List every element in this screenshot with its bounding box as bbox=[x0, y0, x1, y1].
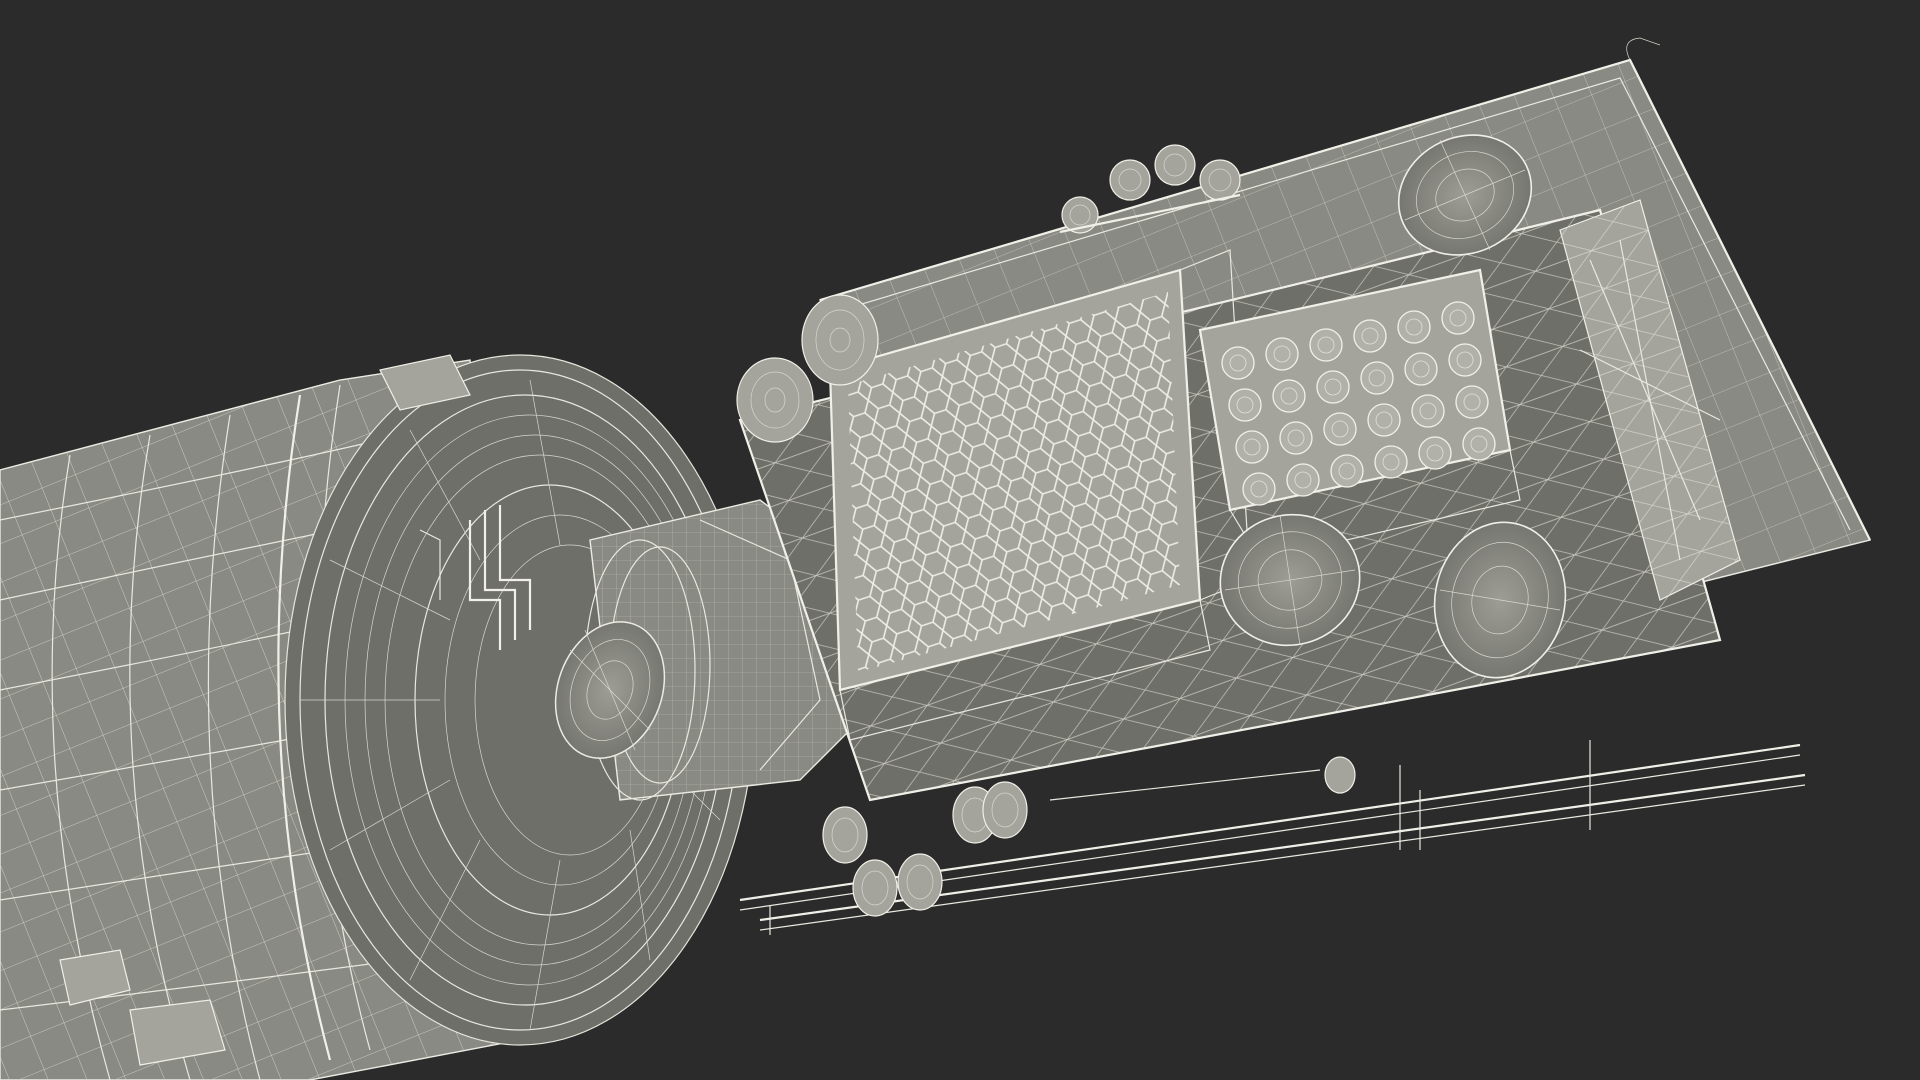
thruster-nozzle bbox=[1235, 430, 1269, 464]
thruster-nozzle bbox=[1265, 337, 1299, 371]
thruster-nozzle bbox=[1397, 310, 1431, 344]
thruster-nozzle bbox=[1374, 445, 1408, 479]
thruster-nozzle bbox=[1367, 403, 1401, 437]
thruster-nozzle bbox=[1242, 472, 1276, 506]
thruster-nozzle bbox=[1353, 319, 1387, 353]
thruster-nozzle bbox=[1448, 343, 1482, 377]
thruster-nozzle bbox=[1411, 394, 1445, 428]
thruster-nozzle bbox=[1272, 379, 1306, 413]
thruster-nozzle bbox=[1323, 412, 1357, 446]
thruster-nozzle bbox=[1441, 301, 1475, 335]
wireframe-render bbox=[0, 37, 1872, 1080]
render-viewport bbox=[0, 0, 1920, 1080]
thruster-nozzle bbox=[1418, 436, 1452, 470]
thruster-nozzle bbox=[1316, 370, 1350, 404]
thruster-nozzle bbox=[1279, 421, 1313, 455]
thruster-nozzle bbox=[1228, 388, 1262, 422]
thruster-nozzle bbox=[1360, 361, 1394, 395]
thruster-nozzle bbox=[1286, 463, 1320, 497]
thruster-nozzle bbox=[1221, 346, 1255, 380]
thruster-nozzle bbox=[1455, 385, 1489, 419]
thruster-nozzle bbox=[1330, 454, 1364, 488]
thruster-nozzle bbox=[1404, 352, 1438, 386]
thruster-nozzle bbox=[1462, 427, 1496, 461]
thruster-nozzle bbox=[1309, 328, 1343, 362]
